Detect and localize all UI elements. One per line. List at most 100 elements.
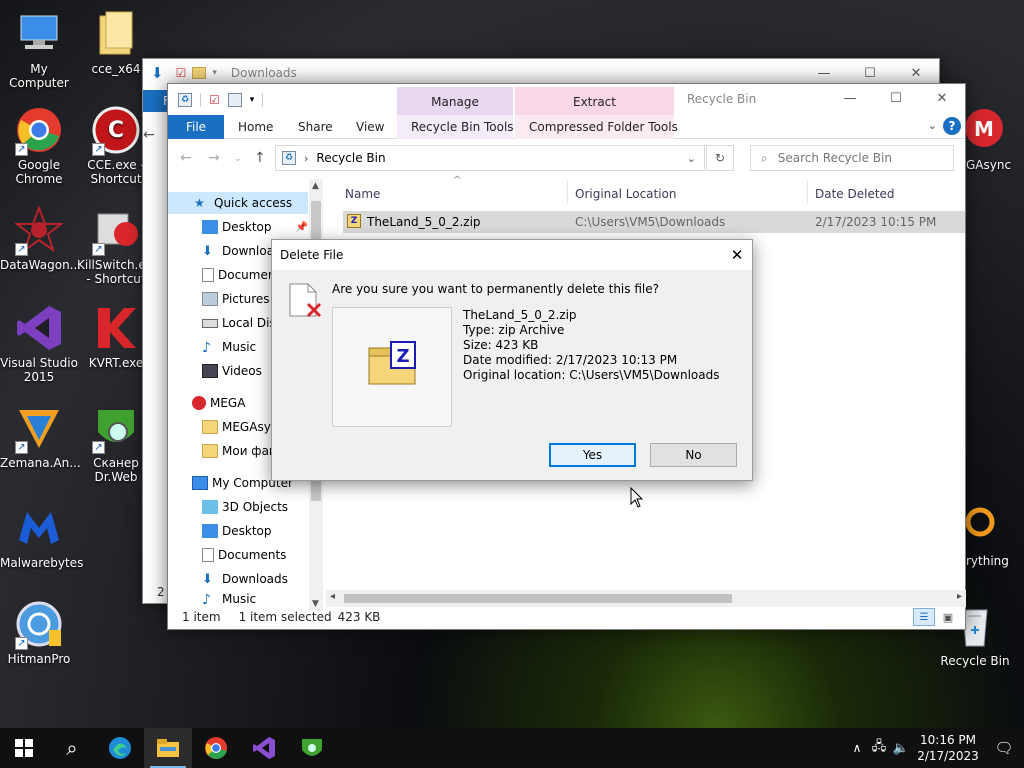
scroll-right-icon[interactable]: ▸ — [957, 591, 962, 602]
taskbar-visual-studio[interactable] — [240, 728, 288, 768]
forward-button[interactable]: → — [208, 150, 220, 166]
tab-view[interactable]: View — [356, 120, 384, 134]
shortcut-arrow-icon: ↗ — [92, 243, 105, 256]
address-bar[interactable]: ♻ › Recycle Bin ⌄ — [275, 145, 705, 171]
shortcut-arrow-icon: ↗ — [15, 637, 28, 650]
close-button[interactable]: ✕ — [919, 84, 965, 112]
file-explorer-icon — [157, 739, 179, 757]
everything-icon — [965, 507, 995, 537]
pin-icon: 📌 — [295, 221, 308, 233]
nav-quick-access[interactable]: ★ Quick access — [168, 192, 308, 214]
up-button[interactable]: ↑ — [254, 150, 266, 166]
svg-text:Z: Z — [396, 346, 409, 367]
refresh-button[interactable]: ↻ — [706, 145, 734, 171]
search-input[interactable]: ⌕ Search Recycle Bin — [750, 145, 954, 171]
desktop-icon-google-chrome[interactable]: ↗ Google Chrome — [0, 106, 78, 186]
detail-modified: Date modified: 2/17/2023 10:13 PM — [463, 353, 678, 367]
desktop-icon-zemana[interactable]: ↗ Zemana.An... — [0, 404, 81, 470]
back-arrow-icon[interactable]: ← — [143, 127, 155, 143]
ribbon-expand-chevron-icon[interactable]: ⌄ — [928, 119, 937, 132]
window-title: Recycle Bin — [687, 92, 757, 106]
nav-3d-objects[interactable]: 3D Objects — [168, 496, 308, 518]
qat-dropdown-icon[interactable]: ▾ — [250, 95, 255, 105]
table-row[interactable]: Z TheLand_5_0_2.zip C:\Users\VM5\Downloa… — [343, 211, 965, 233]
properties-check-icon[interactable]: ☑ — [209, 93, 220, 107]
zip-file-icon: Z — [347, 214, 361, 228]
search-button[interactable]: ⌕ — [48, 728, 96, 768]
no-button[interactable]: No — [650, 443, 737, 467]
desktop-icon-visual-studio[interactable]: Visual Studio 2015 — [0, 304, 78, 384]
notifications-icon[interactable]: 🗨 — [984, 739, 1024, 757]
nav-documents-2[interactable]: Documents — [168, 544, 308, 566]
everything-desktop-icon[interactable] — [965, 504, 1000, 544]
detail-type: Type: zip Archive — [463, 323, 565, 337]
nav-downloads-2[interactable]: ⬇ Downloads — [168, 568, 308, 590]
network-icon[interactable]: 🖧 — [868, 737, 890, 759]
file-location: C:\Users\VM5\Downloads — [575, 215, 726, 229]
taskbar: ⌕ ∧ 🖧 🔈 10:16 PM 2/17/2023 🗨 — [0, 728, 1024, 768]
shortcut-arrow-icon: ↗ — [15, 441, 28, 454]
nav-music-2[interactable]: ♪ Music — [168, 592, 308, 606]
clock[interactable]: 10:16 PM 2/17/2023 — [912, 732, 984, 764]
tab-extract[interactable]: Extract — [515, 87, 674, 115]
taskbar-file-explorer[interactable] — [144, 728, 192, 768]
show-hidden-icons-chevron-icon[interactable]: ∧ — [846, 741, 868, 755]
taskbar-drweb[interactable] — [288, 728, 336, 768]
mega-desktop-icon[interactable]: M — [964, 106, 1004, 150]
volume-icon[interactable]: 🔈 — [890, 741, 912, 756]
qat-dropdown-icon[interactable]: ▾ — [212, 68, 217, 78]
file-details: TheLand_5_0_2.zip Type: zip Archive Size… — [463, 308, 720, 383]
music-note-icon: ♪ — [202, 592, 211, 606]
tab-share[interactable]: Share — [298, 120, 333, 134]
tab-file[interactable]: File — [168, 114, 224, 139]
help-icon[interactable]: ? — [943, 117, 961, 135]
downloads-file-tab[interactable]: F — [143, 90, 170, 112]
new-folder-icon[interactable] — [192, 67, 207, 79]
column-original-location[interactable]: Original Location — [575, 187, 677, 201]
address-dropdown-icon[interactable]: ⌄ — [687, 152, 696, 165]
file-thumbnail: Z — [332, 307, 452, 427]
dialog-title: Delete File — [280, 248, 344, 262]
selected-size: 423 KB — [337, 610, 381, 624]
delete-file-dialog[interactable]: Delete File ✕ Are you sure you want to p… — [271, 239, 753, 481]
desktop-icon-hitmanpro[interactable]: ↗ HitmanPro — [0, 600, 78, 666]
recycle-bin-titlebar[interactable]: ♻ ☑ ▾ Manage Extract Recycle Bin — ☐ ✕ — [168, 84, 965, 115]
killswitch-icon: ↗ — [92, 206, 140, 256]
breadcrumb[interactable]: Recycle Bin — [316, 151, 385, 165]
recent-locations-chevron-icon[interactable]: ⌄ — [234, 154, 242, 164]
maximize-button[interactable]: ☐ — [873, 84, 919, 112]
zip-archive-icon: Z — [368, 341, 416, 385]
desktop-icon-my-computer[interactable]: My Computer — [0, 10, 78, 90]
new-item-icon[interactable] — [227, 92, 242, 107]
tab-compressed-folder-tools[interactable]: Compressed Folder Tools — [529, 120, 678, 134]
desktop-icon-datawagon[interactable]: ↗ DataWagon... — [0, 205, 81, 272]
minimize-button[interactable]: — — [827, 84, 873, 112]
nav-desktop[interactable]: Desktop 📌 — [168, 216, 308, 238]
computer-icon — [15, 10, 63, 58]
visual-studio-icon — [15, 304, 63, 352]
taskbar-chrome[interactable] — [192, 728, 240, 768]
large-icons-view-icon[interactable]: ▣ — [939, 608, 957, 626]
dialog-close-button[interactable]: ✕ — [722, 240, 752, 270]
horizontal-scroll-thumb[interactable] — [344, 594, 732, 603]
yes-button[interactable]: Yes — [549, 443, 636, 467]
back-button[interactable]: ← — [180, 150, 192, 166]
column-name[interactable]: Name — [345, 187, 380, 201]
dialog-titlebar[interactable]: Delete File — [272, 240, 752, 270]
cce-icon: C ↗ — [92, 106, 140, 156]
tab-manage[interactable]: Manage — [397, 87, 513, 115]
scroll-up-icon[interactable]: ▲ — [312, 181, 319, 191]
details-view-icon[interactable]: ☰ — [913, 608, 935, 626]
scroll-left-icon[interactable]: ◂ — [330, 591, 335, 602]
desktop-icon-malwarebytes[interactable]: Malwarebytes — [0, 504, 83, 570]
tab-home[interactable]: Home — [238, 120, 273, 134]
nav-desktop-2[interactable]: Desktop — [168, 520, 308, 542]
tab-recycle-bin-tools[interactable]: Recycle Bin Tools — [411, 120, 514, 134]
breadcrumb-chevron-icon[interactable]: › — [304, 152, 308, 165]
desktop-icon-megasync-label: GAsync — [966, 158, 1012, 172]
column-date-deleted[interactable]: Date Deleted — [815, 187, 895, 201]
disk-drive-icon — [202, 318, 218, 328]
start-button[interactable] — [0, 728, 48, 768]
taskbar-edge[interactable] — [96, 728, 144, 768]
properties-check-icon[interactable]: ☑ — [176, 66, 187, 80]
